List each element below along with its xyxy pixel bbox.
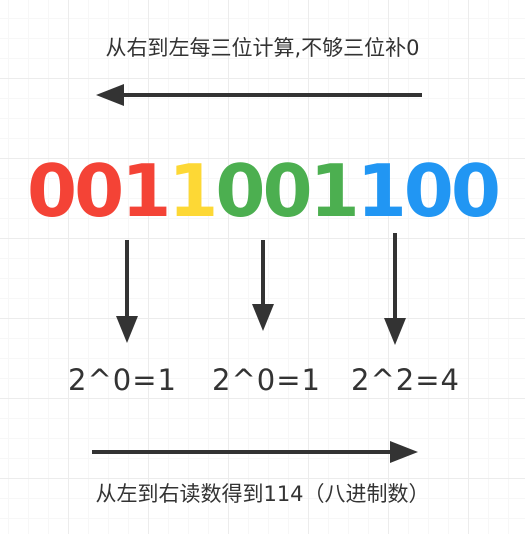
down-arrow-2 bbox=[252, 240, 274, 331]
down-arrow-3 bbox=[384, 233, 406, 345]
arrows-layer bbox=[92, 84, 422, 463]
right-arrow bbox=[92, 441, 418, 463]
left-arrow bbox=[96, 84, 422, 106]
down-arrow-1 bbox=[116, 240, 138, 343]
diagram-canvas: 从右到左每三位计算,不够三位补0 0011001100 2^0=1 2^0=1 … bbox=[0, 0, 525, 534]
